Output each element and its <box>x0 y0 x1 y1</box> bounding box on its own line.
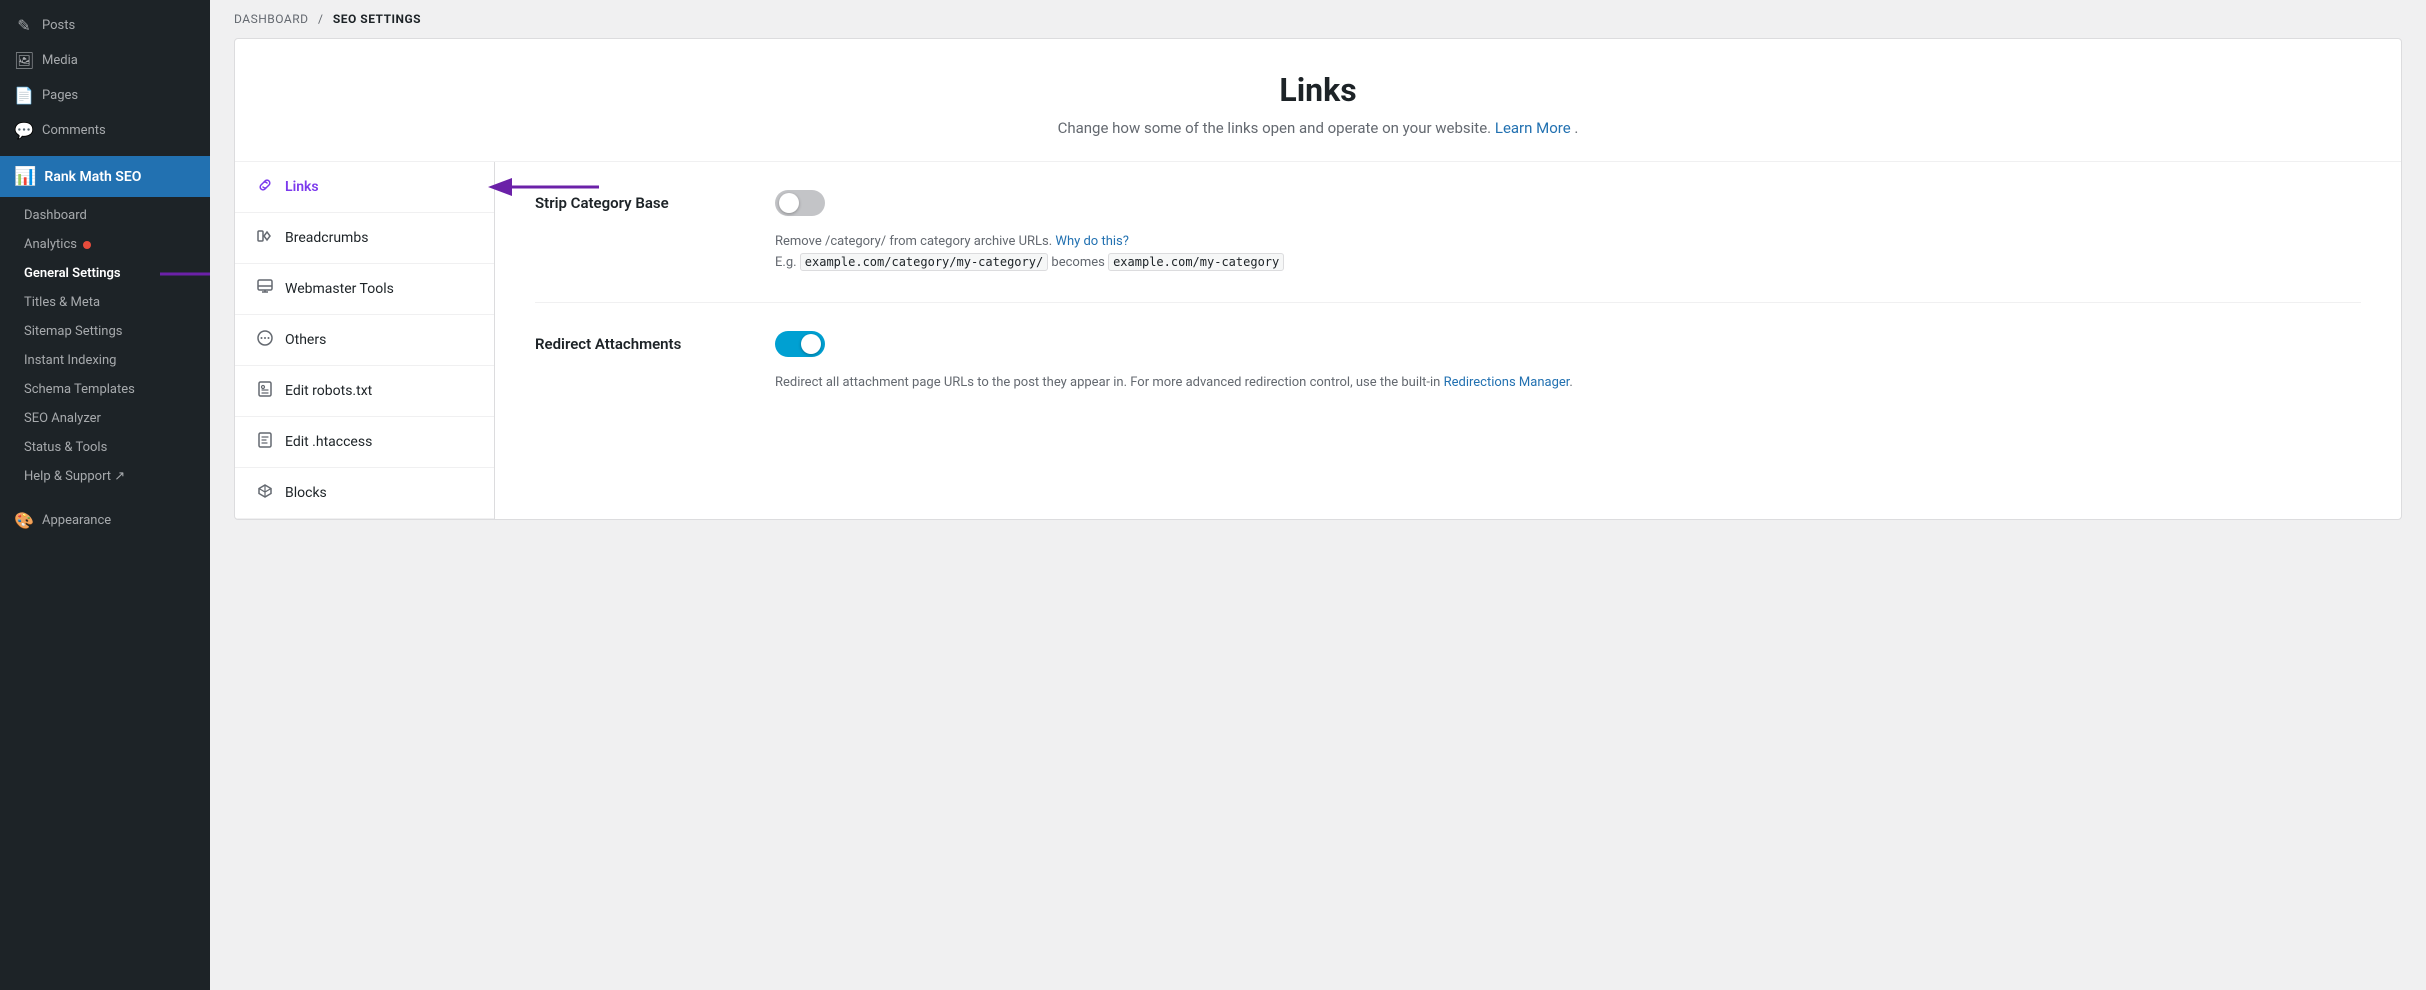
settings-nav-label: Webmaster Tools <box>285 281 394 297</box>
pages-icon: 📄 <box>14 86 34 105</box>
settings-nav-item-blocks[interactable]: Blocks <box>235 468 494 519</box>
toggle-thumb <box>801 334 821 354</box>
sidebar-item-media[interactable]: 🖼 Media <box>0 43 210 78</box>
rank-math-header[interactable]: 📊 Rank Math SEO <box>0 156 210 197</box>
settings-nav-item-breadcrumbs[interactable]: Breadcrumbs <box>235 213 494 264</box>
breadcrumb: DASHBOARD / SEO SETTINGS <box>210 0 2426 38</box>
settings-nav-label: Edit robots.txt <box>285 383 372 399</box>
strip-category-description: Remove /category/ from category archive … <box>775 232 2361 274</box>
links-nav-icon <box>255 176 275 198</box>
sidebar-item-seo-analyzer[interactable]: SEO Analyzer <box>0 404 210 433</box>
settings-content: Strip Category Base Remove /category/ fr… <box>495 162 2401 519</box>
sidebar: ✎ Posts 🖼 Media 📄 Pages 💬 Comments 📊 Ran… <box>0 0 210 990</box>
settings-nav: Links <box>235 162 495 519</box>
settings-nav-item-links[interactable]: Links <box>235 162 494 213</box>
appearance-icon: 🎨 <box>14 511 34 530</box>
sidebar-item-titles-meta[interactable]: Titles & Meta <box>0 288 210 317</box>
learn-more-link[interactable]: Learn More <box>1495 119 1571 137</box>
sidebar-item-status-tools[interactable]: Status & Tools <box>0 433 210 462</box>
sidebar-item-comments[interactable]: 💬 Comments <box>0 113 210 148</box>
breadcrumbs-nav-icon <box>255 227 275 249</box>
sidebar-item-label: Posts <box>42 18 75 33</box>
sidebar-item-posts[interactable]: ✎ Posts <box>0 8 210 43</box>
toggle-thumb <box>779 193 799 213</box>
code-example-after: example.com/my-category <box>1108 253 1284 271</box>
rank-math-label: Rank Math SEO <box>44 169 141 185</box>
webmaster-tools-nav-icon <box>255 278 275 300</box>
setting-row-strip-category-base: Strip Category Base Remove /category/ fr… <box>535 162 2361 303</box>
settings-nav-label: Breadcrumbs <box>285 230 368 246</box>
settings-nav-label: Others <box>285 332 326 348</box>
sidebar-item-appearance[interactable]: 🎨 Appearance <box>0 503 210 538</box>
edit-robots-nav-icon <box>255 380 275 402</box>
strip-category-toggle[interactable] <box>775 190 825 216</box>
sidebar-item-label: Pages <box>42 88 78 103</box>
others-nav-icon <box>255 329 275 351</box>
content-card: Links Change how some of the links open … <box>234 38 2402 520</box>
nav-arrow-icon <box>484 167 604 207</box>
setting-row-redirect-attachments: Redirect Attachments Redirect all attach… <box>535 303 2361 422</box>
setting-control-strip-category: Remove /category/ from category archive … <box>775 190 2361 274</box>
redirect-attachments-toggle[interactable] <box>775 331 825 357</box>
analytics-dot <box>83 241 91 249</box>
posts-icon: ✎ <box>14 16 34 35</box>
breadcrumb-current: SEO SETTINGS <box>333 12 421 26</box>
code-example-before: example.com/category/my-category/ <box>800 253 1048 271</box>
page-header: Links Change how some of the links open … <box>235 39 2401 162</box>
sidebar-item-schema-templates[interactable]: Schema Templates <box>0 375 210 404</box>
setting-control-redirect-attachments: Redirect all attachment page URLs to the… <box>775 331 2361 394</box>
sidebar-item-help-support[interactable]: Help & Support ↗ <box>0 462 210 491</box>
settings-nav-label: Links <box>285 179 319 195</box>
rank-math-submenu: Dashboard Analytics General Settings Tit… <box>0 197 210 495</box>
sidebar-item-dashboard[interactable]: Dashboard <box>0 201 210 230</box>
why-do-this-link[interactable]: Why do this? <box>1055 234 1128 249</box>
sidebar-arrow-icon <box>160 259 210 289</box>
settings-nav-label: Blocks <box>285 485 327 501</box>
media-icon: 🖼 <box>14 51 34 70</box>
settings-nav-item-edit-htaccess[interactable]: Edit .htaccess <box>235 417 494 468</box>
blocks-nav-icon <box>255 482 275 504</box>
main-content: DASHBOARD / SEO SETTINGS Links Change ho… <box>210 0 2426 990</box>
sidebar-top-items: ✎ Posts 🖼 Media 📄 Pages 💬 Comments <box>0 0 210 156</box>
page-title: Links <box>275 71 2361 109</box>
breadcrumb-dashboard[interactable]: DASHBOARD <box>234 12 308 26</box>
sidebar-item-instant-indexing[interactable]: Instant Indexing <box>0 346 210 375</box>
redirect-attachments-description: Redirect all attachment page URLs to the… <box>775 373 2361 394</box>
sidebar-item-label: Comments <box>42 123 106 138</box>
redirections-manager-link[interactable]: Redirections Manager <box>1444 375 1570 390</box>
page-description: Change how some of the links open and op… <box>275 119 2361 137</box>
sidebar-item-sitemap-settings[interactable]: Sitemap Settings <box>0 317 210 346</box>
sidebar-item-pages[interactable]: 📄 Pages <box>0 78 210 113</box>
sidebar-item-general-settings[interactable]: General Settings <box>0 259 210 288</box>
edit-htaccess-nav-icon <box>255 431 275 453</box>
settings-nav-item-others[interactable]: Others <box>235 315 494 366</box>
settings-nav-label: Edit .htaccess <box>285 434 372 450</box>
sidebar-item-label: Appearance <box>42 513 111 528</box>
setting-label-redirect-attachments: Redirect Attachments <box>535 331 735 353</box>
sidebar-item-label: Media <box>42 53 78 68</box>
comments-icon: 💬 <box>14 121 34 140</box>
rank-math-section: 📊 Rank Math SEO <box>0 156 210 197</box>
rank-math-icon: 📊 <box>14 166 36 187</box>
settings-layout: Links <box>235 162 2401 519</box>
settings-nav-item-edit-robots[interactable]: Edit robots.txt <box>235 366 494 417</box>
breadcrumb-separator: / <box>318 12 323 26</box>
settings-nav-item-webmaster-tools[interactable]: Webmaster Tools <box>235 264 494 315</box>
sidebar-item-analytics[interactable]: Analytics <box>0 230 210 259</box>
